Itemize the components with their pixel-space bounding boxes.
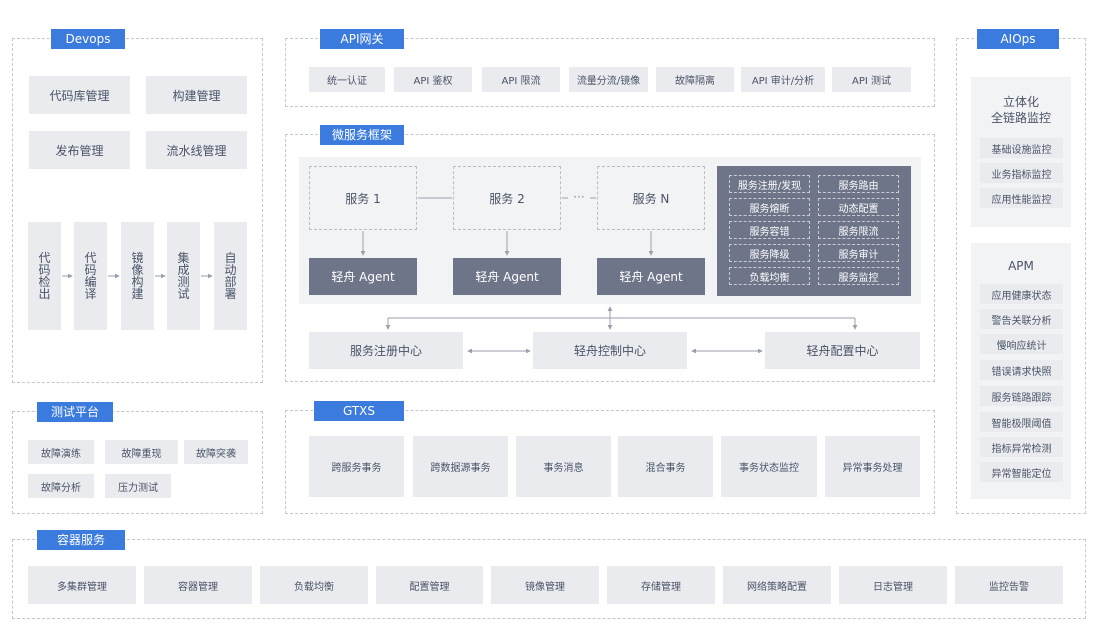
- connector-lines: [62, 197, 858, 354]
